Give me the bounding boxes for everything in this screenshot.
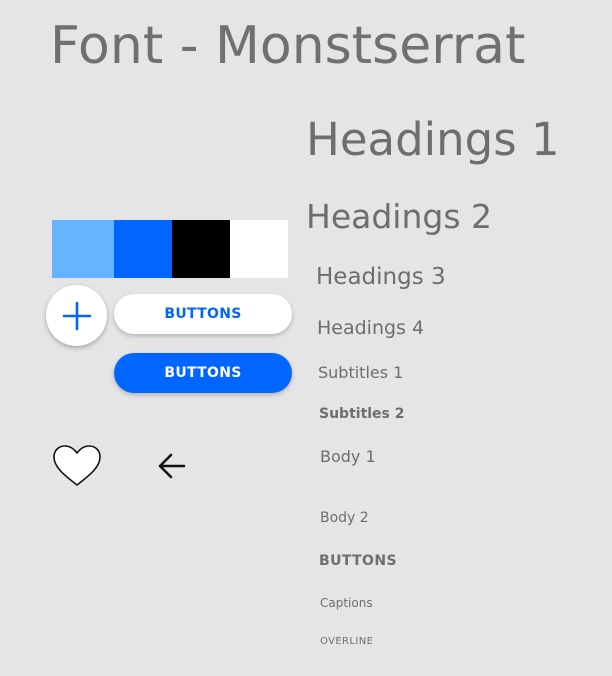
swatch-blue [114,220,172,278]
swatch-black [172,220,230,278]
body-1-sample: Body 1 [320,447,376,466]
swatch-white [230,220,288,278]
swatch-light-blue [52,220,114,278]
buttons-filled-button[interactable]: BUTTONS [114,353,292,393]
page-title: Font - Monstserrat [50,16,526,76]
buttons-outline-button[interactable]: BUTTONS [114,294,292,334]
arrow-left-icon[interactable] [157,452,187,484]
heart-icon[interactable] [52,444,102,492]
buttons-sample: BUTTONS [319,553,397,569]
add-fab-button[interactable] [46,285,107,346]
plus-icon [62,301,91,330]
color-palette [52,220,288,278]
overline-sample: OVERLINE [320,636,374,647]
headings-4-sample: Headings 4 [317,317,425,339]
body-2-sample: Body 2 [320,510,369,526]
subtitles-1-sample: Subtitles 1 [318,363,404,382]
captions-sample: Captions [320,596,373,610]
headings-1-sample: Headings 1 [306,113,560,166]
subtitles-2-sample: Subtitles 2 [319,406,405,422]
headings-3-sample: Headings 3 [316,264,446,290]
headings-2-sample: Headings 2 [306,197,492,236]
